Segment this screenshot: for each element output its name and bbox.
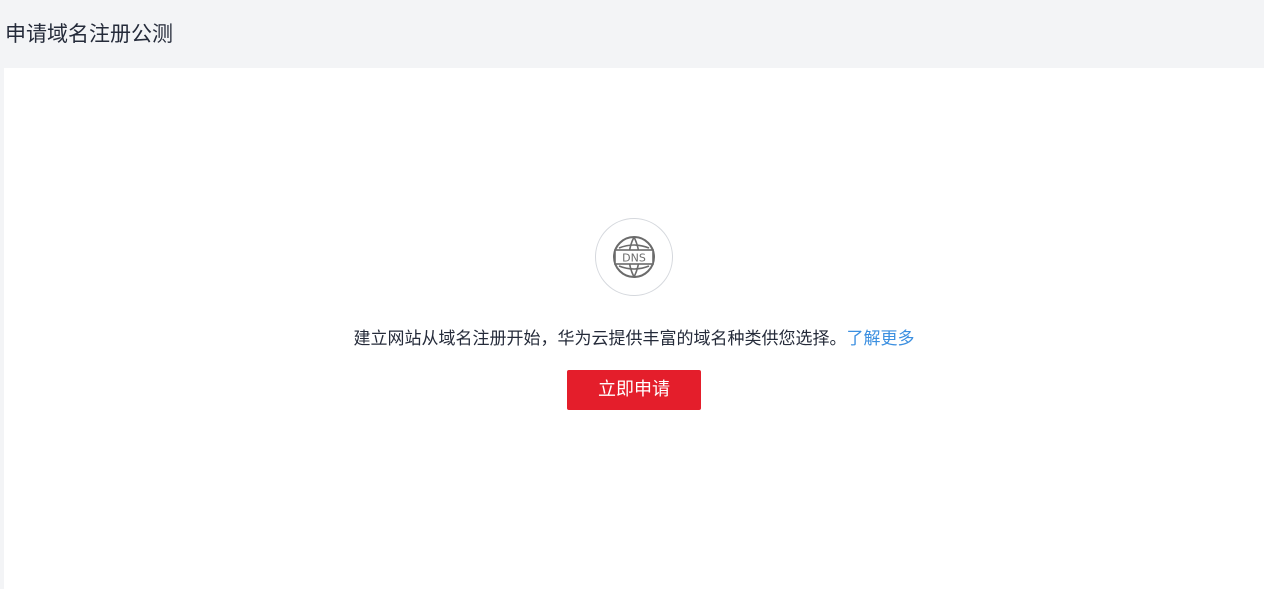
apply-now-button[interactable]: 立即申请 [567,370,701,410]
dns-globe-icon: DNS [613,236,655,278]
empty-state-description-line: 建立网站从域名注册开始，华为云提供丰富的域名种类供您选择。了解更多 [4,326,1264,352]
dns-icon-text: DNS [622,252,646,265]
page-header: 申请域名注册公测 [0,0,1264,68]
content-panel: DNS 建立网站从域名注册开始，华为云提供丰富的域名种类供您选择。了解更多 立即… [4,68,1264,589]
learn-more-link[interactable]: 了解更多 [847,329,915,349]
empty-state-description: 建立网站从域名注册开始，华为云提供丰富的域名种类供您选择。 [353,329,847,349]
dns-icon-container: DNS [595,218,673,296]
empty-state: DNS 建立网站从域名注册开始，华为云提供丰富的域名种类供您选择。了解更多 立即… [4,218,1264,410]
page-title: 申请域名注册公测 [5,22,173,46]
